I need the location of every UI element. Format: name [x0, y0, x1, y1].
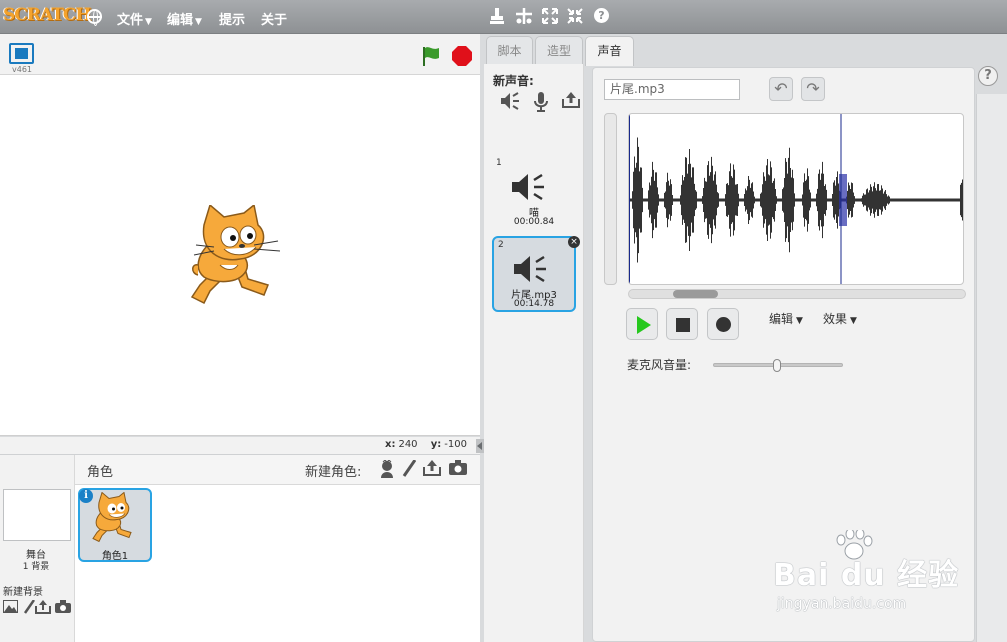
backdrop-count: 1 背景	[22, 562, 50, 572]
redo-icon[interactable]: ↷	[801, 77, 825, 101]
mouse-coordinates: x: 240 y: -100	[0, 437, 480, 454]
menu-edit-label: 编辑	[167, 13, 194, 28]
presentation-mode-icon[interactable]	[9, 43, 34, 64]
speaker-icon	[514, 255, 546, 283]
mic-volume-knob[interactable]	[773, 359, 781, 372]
record-sound-icon[interactable]	[530, 92, 552, 114]
language-globe-icon[interactable]	[87, 9, 102, 26]
mic-volume-slider[interactable]	[713, 359, 843, 372]
green-flag-icon[interactable]	[421, 46, 441, 66]
menu-file[interactable]: 文件 ▼	[117, 9, 152, 28]
waveform-horizontal-scrollbar[interactable]	[628, 289, 966, 299]
chevron-down-icon: ▼	[145, 17, 152, 27]
effects-dropdown-label: 效果	[823, 312, 848, 326]
sound-number: 1	[496, 158, 502, 168]
help-icon[interactable]: ?	[978, 66, 998, 86]
waveform-samples	[629, 137, 963, 263]
backdrop-library-icon[interactable]	[2, 600, 18, 616]
chevron-down-icon: ▼	[850, 316, 857, 326]
menu-edit[interactable]: 编辑 ▼	[167, 9, 202, 28]
chevron-down-icon: ▼	[195, 17, 202, 27]
tab-costumes[interactable]: 造型	[535, 36, 583, 64]
sound-duration: 00:14.78	[513, 299, 555, 309]
sprite-library-icon[interactable]	[377, 459, 397, 480]
edit-dropdown-label: 编辑	[769, 312, 794, 326]
waveform-vertical-scrollbar[interactable]	[604, 113, 617, 285]
new-sprite-label: 新建角色:	[305, 465, 362, 480]
waveform-view[interactable]	[628, 113, 964, 285]
speaker-icon	[512, 173, 544, 201]
sound-duration: 00:00.84	[513, 217, 555, 227]
scratch-logo[interactable]: SCRATCH	[3, 5, 91, 25]
x-value: 240	[398, 439, 418, 450]
editor-area: 脚本 造型 声音 新声音: 1 喵 00:00.84 2 × 片尾.mp3 00…	[484, 34, 1007, 642]
stage-canvas[interactable]	[0, 74, 480, 436]
stamp-icon[interactable]	[490, 8, 504, 27]
grow-icon[interactable]	[542, 8, 558, 27]
sprite-info-icon[interactable]: i	[79, 489, 93, 503]
camera-backdrop-icon[interactable]	[55, 600, 71, 616]
playhead-highlight	[839, 174, 847, 226]
menu-file-label: 文件	[117, 13, 144, 28]
effects-dropdown[interactable]: 效果 ▼	[823, 310, 857, 327]
sound-item-1[interactable]: 1 喵 00:00.84	[492, 156, 576, 232]
version-label: v461	[12, 65, 33, 74]
scratch-window: SCRATCH 文件 ▼ 编辑 ▼ 提示 关于 ? v461 x: 240 y:…	[0, 0, 1007, 642]
tab-scripts[interactable]: 脚本	[486, 36, 533, 64]
new-backdrop-label: 新建背景	[3, 587, 43, 598]
stage-thumbnail[interactable]	[3, 489, 71, 541]
upload-sprite-icon[interactable]	[422, 460, 442, 480]
play-button[interactable]	[626, 308, 658, 340]
sound-number: 2	[498, 240, 504, 250]
mic-volume-label: 麦克风音量:	[627, 358, 692, 372]
upload-sound-icon[interactable]	[560, 92, 582, 114]
sprite-library: 舞台 1 背景 新建背景 角色 新建角色: i 角色1	[0, 454, 480, 642]
paint-sprite-icon[interactable]	[399, 459, 419, 480]
sound-library-icon[interactable]	[499, 92, 521, 114]
sound-list: 新声音: 1 喵 00:00.84 2 × 片尾.mp3 00:14.78	[484, 64, 584, 642]
stage-toolbar: v461	[0, 34, 480, 74]
camera-sprite-icon[interactable]	[448, 460, 468, 480]
sound-item-2[interactable]: 2 × 片尾.mp3 00:14.78	[492, 236, 580, 312]
stop-icon[interactable]	[452, 46, 472, 66]
stage-column: 舞台 1 背景 新建背景	[0, 455, 75, 642]
help-icon[interactable]: ?	[594, 8, 609, 23]
shrink-icon[interactable]	[567, 8, 583, 27]
sprites-title: 角色	[87, 465, 114, 480]
tab-sounds[interactable]: 声音	[585, 36, 634, 66]
sprite-name: 角色1	[101, 551, 129, 562]
collapse-stage-handle[interactable]	[476, 439, 484, 453]
new-sound-label: 新声音:	[493, 74, 534, 88]
undo-icon[interactable]: ↶	[769, 77, 793, 101]
edit-dropdown[interactable]: 编辑 ▼	[769, 310, 803, 327]
y-value: -100	[444, 439, 467, 450]
y-label: y:	[430, 439, 442, 450]
sound-name-input[interactable]: 片尾.mp3	[604, 79, 740, 100]
x-label: x:	[385, 439, 396, 450]
waveform	[629, 114, 963, 284]
record-button[interactable]	[707, 308, 739, 340]
chevron-down-icon: ▼	[796, 316, 803, 326]
sound-editor: 片尾.mp3 ↶ ↷ 编辑 ▼ 效果 ▼ 麦克风音量:	[592, 67, 975, 642]
cat-sprite-on-stage[interactable]	[190, 205, 286, 307]
sprite-tile-cat[interactable]: i 角色1	[78, 488, 152, 562]
cut-icon[interactable]	[516, 8, 532, 27]
menu-tips[interactable]: 提示	[219, 9, 245, 28]
cat-thumbnail	[92, 492, 132, 543]
stop-button[interactable]	[666, 308, 698, 340]
scrollbar-thumb[interactable]	[673, 290, 718, 298]
sprites-header: 角色 新建角色:	[75, 455, 480, 485]
menu-about[interactable]: 关于	[261, 9, 287, 28]
delete-sound-icon[interactable]: ×	[568, 236, 580, 248]
page-scrollbar[interactable]	[976, 94, 1007, 642]
upload-backdrop-icon[interactable]	[35, 600, 51, 616]
menu-bar: SCRATCH 文件 ▼ 编辑 ▼ 提示 关于 ?	[0, 0, 1007, 34]
